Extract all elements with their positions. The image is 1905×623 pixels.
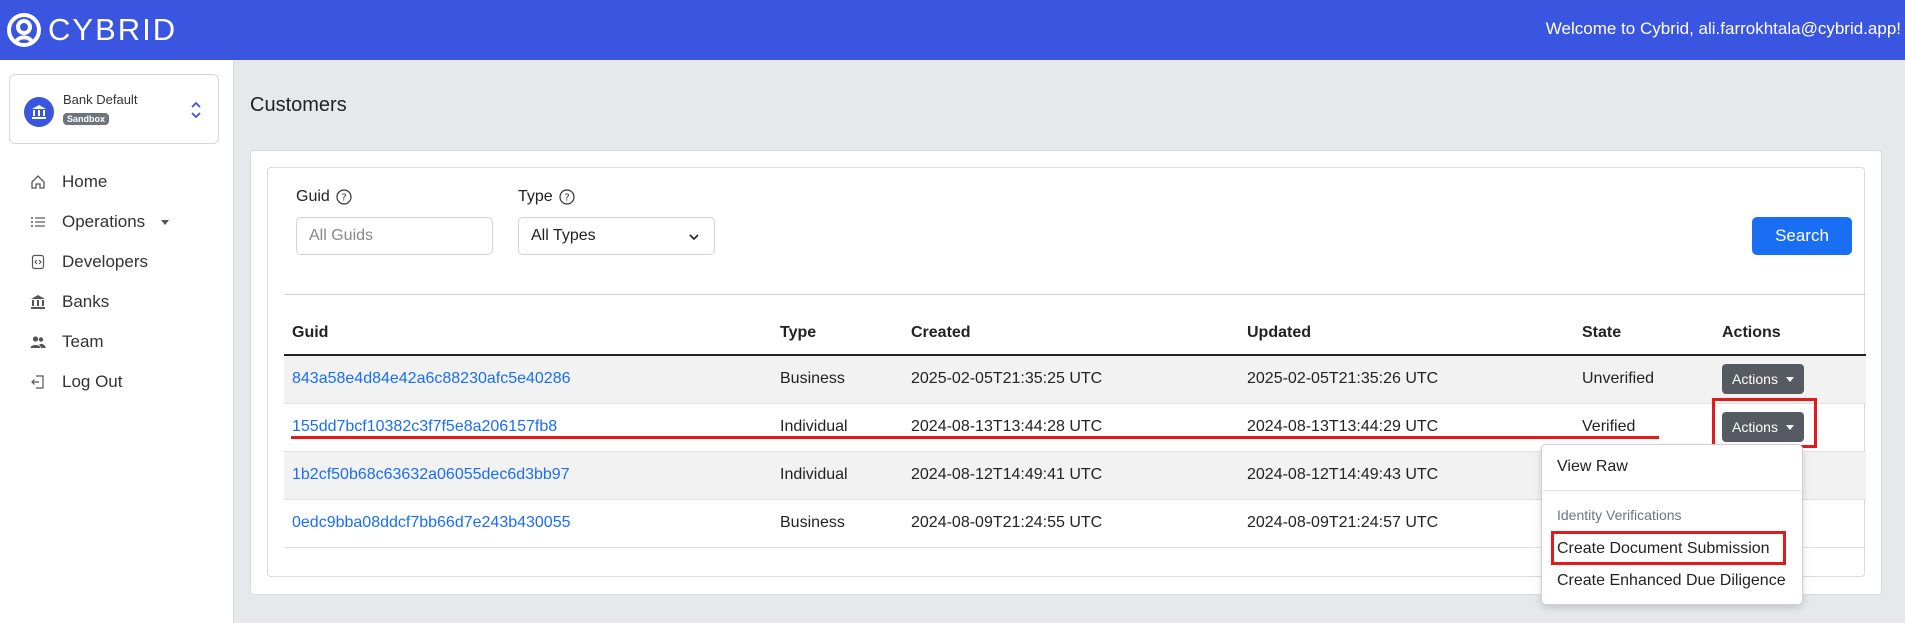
menu-item-view-raw[interactable]: View Raw [1557,458,1628,476]
sidebar-item-logout[interactable]: Log Out [0,362,234,402]
customer-created: 2024-08-13T13:44:28 UTC [903,403,1239,452]
menu-divider [1542,490,1802,491]
list-icon [31,217,45,227]
type-filter-label: Type ? [518,188,575,206]
divider [284,294,1866,295]
sidebar-item-label: Banks [62,292,110,311]
customer-type: Individual [772,451,903,500]
bank-selector[interactable]: Bank Default Sandbox [9,74,219,144]
customer-guid-link[interactable]: 155dd7bcf10382c3f7f5e8a206157fb8 [292,418,557,435]
sidebar-item-operations[interactable]: Operations [0,202,234,242]
brand-name: CYBRID [48,12,178,47]
annotation-box-actions [1712,398,1817,448]
column-header-guid[interactable]: Guid [284,311,772,356]
type-select-value: All Types [531,227,596,244]
cybrid-logo[interactable]: CYBRID [6,12,177,48]
actions-button-label: Actions [1732,371,1778,388]
menu-section-identity-verifications: Identity Verifications [1557,507,1682,523]
guid-filter-label: Guid ? [296,188,352,206]
customer-created: 2025-02-05T21:35:25 UTC [903,355,1239,404]
cybrid-logo-icon [7,13,41,47]
annotation-underline [291,436,1659,439]
sidebar-item-developers[interactable]: Developers [0,242,234,282]
customer-guid-link[interactable]: 1b2cf50b68c63632a06055dec6d3bb97 [292,466,570,483]
customer-updated: 2025-02-05T21:35:26 UTC [1239,355,1574,404]
customer-type: Business [772,355,903,404]
type-label-text: Type [518,188,553,205]
bank-icon [32,105,46,119]
column-header-type[interactable]: Type [772,311,903,356]
logout-icon [31,375,44,389]
customer-created: 2024-08-09T21:24:55 UTC [903,499,1239,548]
customer-state: Unverified [1574,355,1714,404]
actions-button[interactable]: Actions [1722,364,1804,395]
customer-type: Individual [772,403,903,452]
bank-icon [31,295,45,309]
svg-text:?: ? [564,193,569,204]
sidebar: Bank Default Sandbox Home Operations Dev… [0,60,234,623]
customer-updated: 2024-08-13T13:44:29 UTC [1239,403,1574,452]
help-icon[interactable]: ? [336,189,352,205]
column-header-state[interactable]: State [1574,311,1714,356]
customer-updated: 2024-08-09T21:24:57 UTC [1239,499,1574,548]
type-select[interactable]: All Types [518,217,715,255]
customer-guid-link[interactable]: 843a58e4d84e42a6c88230afc5e40286 [292,370,571,387]
column-header-actions: Actions [1714,311,1866,356]
page-title: Customers [250,94,347,116]
caret-down-icon [1785,376,1794,382]
users-icon [30,336,46,348]
top-bar: CYBRID Welcome to Cybrid, ali.farrokhtal… [0,0,1905,60]
sidebar-nav: Home Operations Developers Banks Team Lo… [0,162,234,402]
customer-updated: 2024-08-12T14:49:43 UTC [1239,451,1574,500]
bank-avatar [24,97,54,127]
sidebar-item-label: Log Out [62,372,123,391]
bank-name: Bank Default [63,92,138,107]
sidebar-item-label: Operations [62,212,146,231]
chevron-down-icon [689,234,699,241]
caret-down-icon [161,219,170,225]
table-header-row: Guid Type Created Updated State Actions [284,311,1866,356]
search-button[interactable]: Search [1752,217,1852,255]
welcome-message: Welcome to Cybrid, ali.farrokhtala@cybri… [1545,19,1901,38]
home-icon [31,175,45,189]
environment-badge: Sandbox [63,113,110,125]
code-icon [31,254,45,270]
guid-label-text: Guid [296,188,330,205]
column-header-updated[interactable]: Updated [1239,311,1574,356]
sidebar-item-label: Developers [62,252,148,271]
chevron-up-down-icon[interactable] [190,100,202,120]
customer-created: 2024-08-12T14:49:41 UTC [903,451,1239,500]
customer-guid-link[interactable]: 0edc9bba08ddcf7bb66d7e243b430055 [292,514,571,531]
column-header-created[interactable]: Created [903,311,1239,356]
sidebar-item-label: Team [62,332,104,351]
customer-type: Business [772,499,903,548]
sidebar-item-team[interactable]: Team [0,322,234,362]
guid-input[interactable]: All Guids [296,217,493,255]
sidebar-item-banks[interactable]: Banks [0,282,234,322]
table-row: 843a58e4d84e42a6c88230afc5e40286 Busines… [284,355,1866,404]
actions-dropdown-menu: View Raw Identity Verifications Create D… [1541,444,1803,605]
annotation-box-create-document [1551,531,1786,565]
help-icon[interactable]: ? [559,189,575,205]
svg-text:?: ? [341,193,346,204]
sidebar-item-home[interactable]: Home [0,162,234,202]
sidebar-item-label: Home [62,172,108,191]
menu-item-create-enhanced-due-diligence[interactable]: Create Enhanced Due Diligence [1557,572,1786,590]
